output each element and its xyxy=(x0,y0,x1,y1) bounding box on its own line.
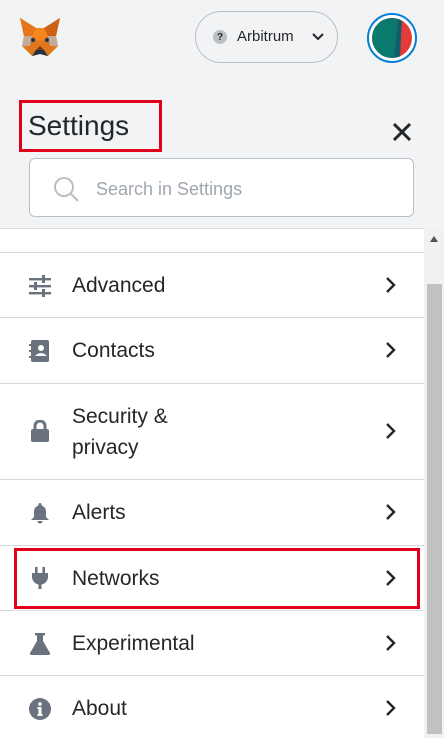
list-item-partial[interactable] xyxy=(0,229,424,253)
plug-icon xyxy=(32,567,48,589)
search-input[interactable] xyxy=(94,173,398,205)
chevron-right-icon xyxy=(386,342,396,358)
menu-item-networks[interactable]: Networks xyxy=(0,546,424,611)
scroll-up-arrow-icon[interactable] xyxy=(430,236,438,242)
menu-item-label: Networks xyxy=(72,567,160,590)
search-box[interactable] xyxy=(29,158,414,217)
network-selector[interactable]: ? Arbitrum xyxy=(195,11,338,63)
settings-menu-list: Advanced Contacts Security & privacy Ale… xyxy=(0,228,424,738)
chevron-right-icon xyxy=(386,504,396,520)
title-highlight-box xyxy=(19,100,162,152)
menu-item-experimental[interactable]: Experimental xyxy=(0,611,424,676)
chevron-down-icon xyxy=(312,33,324,41)
chevron-right-icon xyxy=(386,635,396,651)
chevron-right-icon xyxy=(386,570,396,586)
menu-item-label-line2: privacy xyxy=(72,436,139,459)
identicon xyxy=(372,18,412,58)
menu-item-contacts[interactable]: Contacts xyxy=(0,318,424,384)
menu-item-label: Contacts xyxy=(72,339,155,362)
menu-item-label: Experimental xyxy=(72,632,195,655)
info-icon xyxy=(29,698,51,720)
chevron-right-icon xyxy=(386,277,396,293)
menu-item-label: Alerts xyxy=(72,501,126,524)
network-badge-icon: ? xyxy=(213,30,227,44)
chevron-right-icon xyxy=(386,700,396,716)
contacts-book-icon xyxy=(29,340,49,362)
account-avatar[interactable] xyxy=(367,13,417,63)
bell-icon xyxy=(31,503,49,524)
menu-item-alerts[interactable]: Alerts xyxy=(0,480,424,546)
flask-icon xyxy=(29,633,51,655)
top-bar: ? Arbitrum xyxy=(0,0,444,78)
sliders-icon xyxy=(29,275,51,297)
network-label: Arbitrum xyxy=(237,28,294,45)
search-icon xyxy=(54,177,79,202)
metamask-fox-icon[interactable] xyxy=(18,16,62,58)
menu-item-label: Security & xyxy=(72,405,168,428)
menu-item-label: Advanced xyxy=(72,274,166,297)
lock-icon xyxy=(31,420,49,442)
close-icon[interactable] xyxy=(390,120,414,144)
menu-item-security-privacy[interactable]: Security & privacy xyxy=(0,384,424,480)
menu-item-advanced[interactable]: Advanced xyxy=(0,253,424,318)
menu-item-label: About xyxy=(72,697,127,720)
chevron-right-icon xyxy=(386,423,396,439)
scrollbar[interactable] xyxy=(424,228,444,738)
scrollbar-thumb[interactable] xyxy=(427,284,442,734)
menu-item-about[interactable]: About xyxy=(0,676,424,738)
